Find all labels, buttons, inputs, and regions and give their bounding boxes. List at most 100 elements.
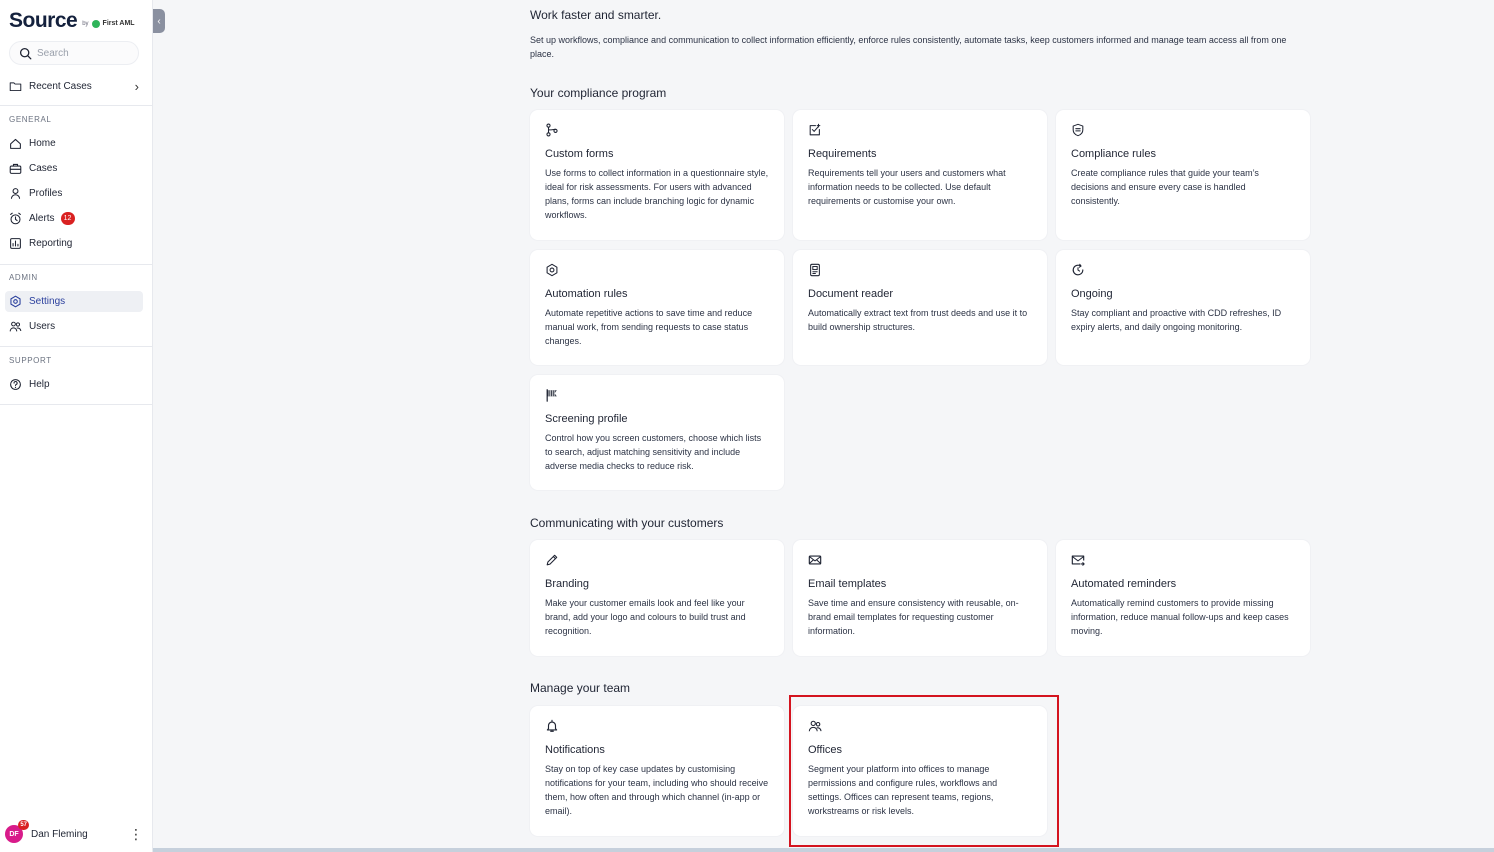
settings-hex-icon bbox=[10, 295, 21, 308]
nav-users[interactable]: Users bbox=[5, 316, 143, 337]
chevron-right-icon: › bbox=[134, 78, 139, 94]
card-screening-profile[interactable]: Screening profile Control how you screen… bbox=[530, 375, 784, 490]
group-heading-team: Manage your team bbox=[530, 681, 631, 695]
card-title: Compliance rules bbox=[1071, 148, 1156, 160]
recent-cases-label: Recent Cases bbox=[29, 80, 92, 92]
section-support: SUPPORT bbox=[9, 356, 52, 365]
shield-list-icon bbox=[1072, 123, 1084, 137]
card-title: Screening profile bbox=[545, 413, 628, 425]
card-document-reader[interactable]: Document reader Automatically extract te… bbox=[793, 250, 1047, 365]
card-description: Automate repetitive actions to save time… bbox=[545, 308, 753, 346]
card-description: Control how you screen customers, choose… bbox=[545, 433, 762, 471]
page-description: Set up workflows, compliance and communi… bbox=[530, 35, 1287, 59]
search-input[interactable] bbox=[37, 47, 127, 59]
users-icon bbox=[9, 321, 22, 332]
card-description: Make your customer emails look and feel … bbox=[545, 598, 746, 636]
card-description: Stay on top of key case updates by custo… bbox=[545, 764, 769, 816]
avatar-initials: DF bbox=[9, 830, 19, 838]
user-menu[interactable]: DF 57 Dan Fleming ⋮ bbox=[5, 820, 143, 844]
envelope-arrow-icon bbox=[1071, 555, 1085, 566]
briefcase-icon bbox=[9, 163, 22, 174]
group-heading-communicating: Communicating with your customers bbox=[530, 516, 724, 530]
nav-home-label: Home bbox=[29, 138, 56, 149]
pencil-icon bbox=[546, 554, 558, 566]
refresh-clock-icon bbox=[1072, 263, 1084, 276]
card-custom-forms[interactable]: Custom forms Use forms to collect inform… bbox=[530, 110, 784, 240]
card-ongoing[interactable]: Ongoing Stay compliant and proactive wit… bbox=[1056, 250, 1310, 365]
card-title: Automation rules bbox=[545, 288, 628, 300]
nav-alerts-label: Alerts bbox=[29, 213, 55, 224]
nav-cases[interactable]: Cases bbox=[5, 158, 143, 179]
nav-settings-label: Settings bbox=[29, 296, 66, 307]
card-description: Save time and ensure consistency with re… bbox=[808, 598, 1019, 636]
card-title: Ongoing bbox=[1071, 288, 1113, 300]
card-title: Email templates bbox=[808, 578, 887, 590]
card-branding[interactable]: Branding Make your customer emails look … bbox=[530, 540, 784, 656]
logo-text: Source bbox=[9, 9, 78, 32]
help-icon bbox=[10, 379, 21, 390]
section-admin: ADMIN bbox=[9, 273, 38, 282]
logo[interactable]: Source by First AML bbox=[9, 9, 135, 33]
card-email-templates[interactable]: Email templates Save time and ensure con… bbox=[793, 540, 1047, 656]
nav-profiles[interactable]: Profiles bbox=[5, 183, 143, 204]
card-title: Automated reminders bbox=[1071, 578, 1177, 590]
avatar-count-badge: 57 bbox=[18, 820, 29, 830]
card-automated-reminders[interactable]: Automated reminders Automatically remind… bbox=[1056, 540, 1310, 656]
page-title: Work faster and smarter. bbox=[530, 8, 662, 22]
collapse-sidebar-button[interactable]: ‹ bbox=[153, 9, 165, 33]
flag-icon bbox=[546, 389, 557, 402]
document-scan-icon bbox=[810, 263, 820, 277]
recent-cases[interactable]: Recent Cases › bbox=[9, 77, 139, 95]
card-automation-rules[interactable]: Automation rules Automate repetitive act… bbox=[530, 250, 784, 365]
branch-icon bbox=[546, 123, 558, 137]
highlight-box bbox=[789, 695, 1059, 847]
section-general: GENERAL bbox=[9, 115, 52, 124]
nav-reporting[interactable]: Reporting bbox=[5, 233, 143, 254]
nav-reporting-label: Reporting bbox=[29, 238, 73, 249]
card-description: Automatically extract text from trust de… bbox=[808, 308, 1028, 332]
card-title: Branding bbox=[545, 578, 590, 590]
sidebar: Source by First AML Recent Cases › GENER… bbox=[0, 0, 153, 852]
report-chart-icon bbox=[10, 238, 21, 249]
alarm-clock-icon bbox=[10, 212, 21, 225]
card-title: Notifications bbox=[545, 744, 605, 756]
search-box[interactable] bbox=[9, 41, 139, 65]
person-icon bbox=[10, 188, 21, 199]
nav-profiles-label: Profiles bbox=[29, 188, 63, 199]
more-vertical-icon[interactable]: ⋮ bbox=[129, 826, 143, 843]
card-description: Requirements tell your users and custome… bbox=[808, 168, 1006, 206]
envelope-icon bbox=[808, 555, 822, 565]
logo-by: by bbox=[82, 21, 89, 27]
nav-help[interactable]: Help bbox=[5, 374, 143, 395]
card-title: Requirements bbox=[808, 148, 877, 160]
nav-help-label: Help bbox=[29, 379, 50, 390]
card-title: Document reader bbox=[808, 288, 893, 300]
avatar[interactable]: DF 57 bbox=[5, 820, 29, 843]
bell-icon bbox=[546, 719, 558, 732]
checklist-icon bbox=[809, 123, 821, 136]
divider bbox=[0, 264, 153, 265]
alerts-count-badge: 12 bbox=[60, 212, 75, 225]
horizontal-scrollbar[interactable] bbox=[153, 848, 1494, 852]
chevron-left-icon: ‹ bbox=[157, 15, 161, 27]
nav-home[interactable]: Home bbox=[5, 133, 143, 154]
nav-settings[interactable]: Settings bbox=[5, 291, 143, 312]
user-name: Dan Fleming bbox=[31, 828, 88, 840]
divider bbox=[0, 404, 153, 405]
card-description: Create compliance rules that guide your … bbox=[1071, 168, 1259, 206]
divider bbox=[0, 105, 153, 106]
nav-alerts[interactable]: Alerts 12 bbox=[5, 208, 143, 229]
card-description: Automatically remind customers to provid… bbox=[1071, 598, 1289, 636]
folder-icon bbox=[9, 81, 22, 91]
card-requirements[interactable]: Requirements Requirements tell your user… bbox=[793, 110, 1047, 240]
nav-users-label: Users bbox=[29, 321, 56, 332]
card-description: Use forms to collect information in a qu… bbox=[545, 168, 769, 220]
card-notifications[interactable]: Notifications Stay on top of key case up… bbox=[530, 706, 784, 836]
card-description: Stay compliant and proactive with CDD re… bbox=[1071, 308, 1282, 332]
card-compliance-rules[interactable]: Compliance rules Create compliance rules… bbox=[1056, 110, 1310, 240]
nav-cases-label: Cases bbox=[29, 163, 58, 174]
card-title: Custom forms bbox=[545, 148, 614, 160]
group-heading-compliance: Your compliance program bbox=[530, 86, 667, 100]
search-icon bbox=[19, 47, 32, 59]
cog-hex-icon bbox=[546, 263, 558, 277]
